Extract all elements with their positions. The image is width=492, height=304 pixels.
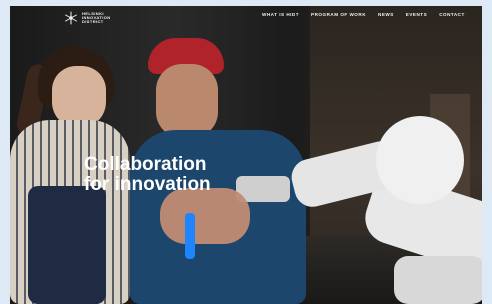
robot-base xyxy=(394,256,482,304)
nav-item-news[interactable]: NEWS xyxy=(378,12,394,17)
man-face xyxy=(156,64,218,138)
robot-joint xyxy=(376,116,464,204)
nav-item-events[interactable]: EVENTS xyxy=(406,12,427,17)
woman-face xyxy=(52,66,106,128)
hero-title: Collaboration for innovation xyxy=(84,155,211,195)
nav-item-program-of-work[interactable]: PROGRAM OF WORK xyxy=(311,12,366,17)
hero-title-line-2: for innovation xyxy=(84,174,211,195)
hero-title-line-1: Collaboration xyxy=(84,154,207,175)
brand-logo[interactable]: HELSINKI INNOVATION DISTRICT xyxy=(64,9,140,27)
nav-item-what-is-hid[interactable]: WHAT IS HID? xyxy=(262,12,299,17)
main-nav: WHAT IS HID? PROGRAM OF WORK NEWS EVENTS… xyxy=(262,12,465,17)
hands-photo xyxy=(160,188,250,244)
hero-section: HELSINKI INNOVATION DISTRICT WHAT IS HID… xyxy=(10,6,482,304)
robot-arm-photo xyxy=(226,116,482,304)
nav-item-contact[interactable]: CONTACT xyxy=(439,12,465,17)
brand-wordmark: HELSINKI INNOVATION DISTRICT xyxy=(82,11,111,25)
brand-line-3: DISTRICT xyxy=(82,19,104,25)
top-navigation-bar: HELSINKI INNOVATION DISTRICT WHAT IS HID… xyxy=(10,6,482,28)
snowflake-logo-icon xyxy=(64,11,78,25)
woman-overalls xyxy=(28,186,106,304)
blue-bottle xyxy=(185,213,195,259)
